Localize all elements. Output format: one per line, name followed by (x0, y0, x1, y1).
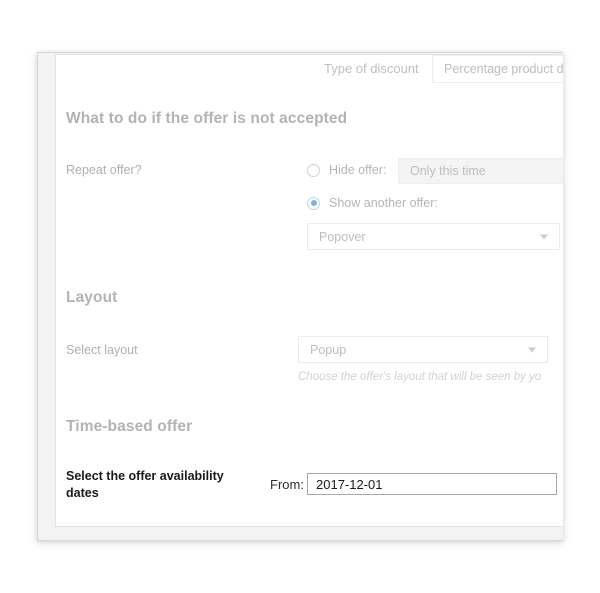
another-offer-select-value: Popover (319, 229, 366, 244)
radio-label-show-another-offer: Show another offer: (329, 196, 438, 210)
layout-select[interactable]: Popup (298, 336, 548, 363)
from-date-value: 2017-12-01 (316, 476, 383, 492)
type-of-discount-select-value: Percentage product d (444, 62, 563, 76)
hide-offer-frequency-select[interactable]: Only this time (398, 158, 563, 184)
radio-hide-offer[interactable] (307, 163, 320, 177)
availability-dates-label: Select the offer availability dates (66, 469, 224, 500)
radio-row-hide-offer[interactable]: Hide offer: (307, 163, 386, 177)
radio-label-hide-offer: Hide offer: (329, 163, 387, 177)
radio-row-show-another-offer[interactable]: Show another offer: (307, 196, 438, 210)
card-clip-region: Type of discount Percentage product d Wh… (0, 0, 563, 593)
section-heading-time-based: Time-based offer (66, 418, 193, 435)
from-date-input[interactable]: 2017-12-01 (307, 473, 557, 495)
screenshot-root: Type of discount Percentage product d Wh… (0, 0, 600, 593)
chevron-down-icon (540, 234, 548, 239)
section-heading-not-accepted: What to do if the offer is not accepted (66, 110, 348, 127)
layout-hint-text: Choose the offer's layout that will be s… (298, 371, 542, 383)
radio-show-another-offer[interactable] (307, 196, 320, 210)
repeat-offer-label: Repeat offer? (66, 163, 142, 177)
another-offer-select[interactable]: Popover (307, 223, 560, 250)
section-heading-layout: Layout (66, 289, 118, 306)
from-label: From: (270, 477, 304, 492)
layout-select-value: Popup (310, 342, 347, 357)
type-of-discount-select[interactable]: Percentage product d (432, 55, 563, 83)
hide-offer-frequency-value: Only this time (410, 164, 486, 178)
chevron-down-icon (528, 347, 536, 352)
select-layout-label: Select layout (66, 343, 138, 357)
type-of-discount-label: Type of discount (324, 61, 419, 76)
